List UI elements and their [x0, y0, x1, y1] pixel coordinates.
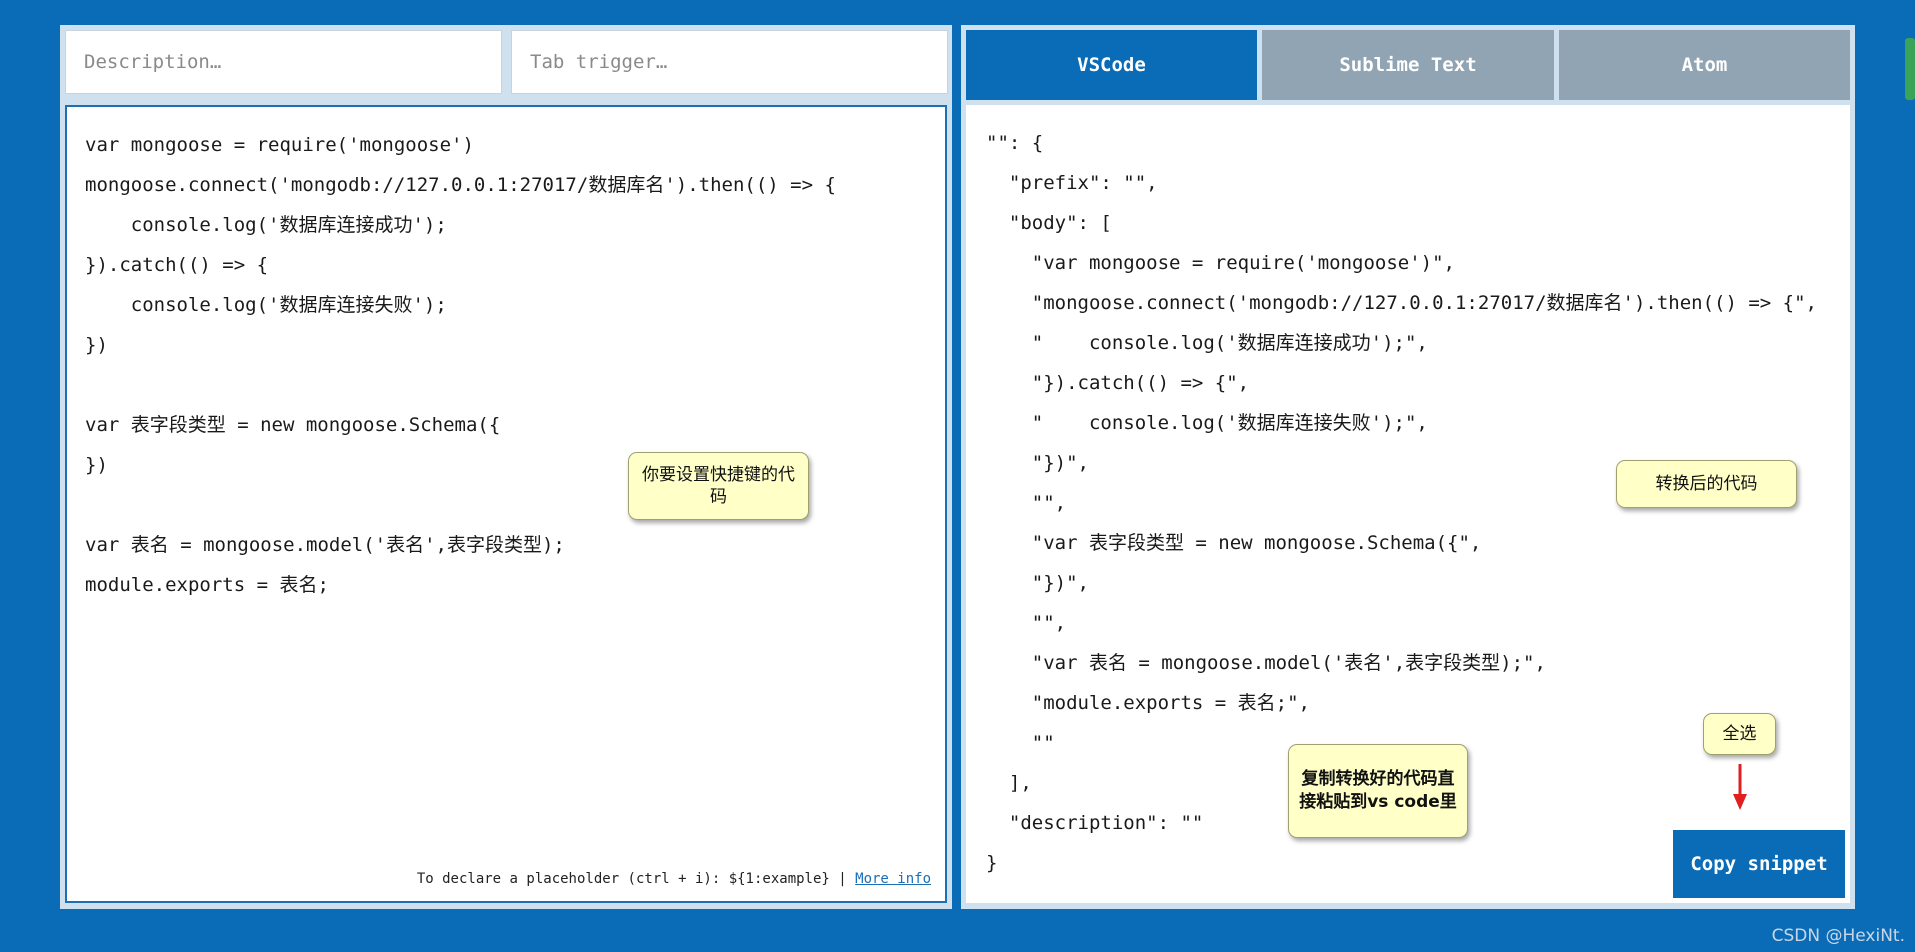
- output-line: "var mongoose = require('mongoose')",: [986, 252, 1455, 274]
- code-line: console.log('数据库连接成功');: [85, 214, 447, 236]
- code-line: console.log('数据库连接失败');: [85, 294, 447, 316]
- code-line: module.exports = 表名;: [85, 574, 329, 596]
- code-line: }): [85, 334, 108, 356]
- output-line: "prefix": "",: [986, 172, 1158, 194]
- source-code[interactable]: var mongoose = require('mongoose') mongoo…: [85, 125, 836, 605]
- tab-vscode[interactable]: VSCode: [966, 30, 1257, 100]
- tab-atom[interactable]: Atom: [1559, 30, 1850, 100]
- code-line: var 表字段类型 = new mongoose.Schema({: [85, 414, 501, 436]
- output-line: "": {: [986, 132, 1044, 154]
- callout-converted-code: 转换后的代码: [1616, 460, 1797, 508]
- callout-copy-note: 复制转换好的代码直接粘贴到vs code里: [1288, 744, 1468, 838]
- code-line: var 表名 = mongoose.model('表名',表字段类型);: [85, 534, 565, 556]
- snippet-input-panel: var mongoose = require('mongoose') mongoo…: [60, 25, 952, 909]
- scrollbar-thumb[interactable]: [1905, 38, 1915, 100]
- placeholder-hint: To declare a placeholder (ctrl + i): ${1…: [417, 871, 931, 887]
- tab-trigger-input[interactable]: [511, 30, 948, 94]
- output-line: "var 表字段类型 = new mongoose.Schema({",: [986, 532, 1482, 554]
- output-line: "var 表名 = mongoose.model('表名',表字段类型);",: [986, 652, 1546, 674]
- code-editor[interactable]: var mongoose = require('mongoose') mongoo…: [65, 105, 947, 903]
- red-arrow-icon: [1733, 764, 1747, 810]
- code-line: mongoose.connect('mongodb://127.0.0.1:27…: [85, 174, 836, 196]
- code-line: }).catch(() => {: [85, 254, 269, 276]
- callout-select-all: 全选: [1703, 713, 1776, 755]
- hint-text: To declare a placeholder (ctrl + i): ${1…: [416, 871, 847, 887]
- callout-source-code: 你要设置快捷键的代码: [628, 452, 809, 520]
- output-line: "}).catch(() => {",: [986, 372, 1250, 394]
- output-line: "module.exports = 表名;",: [986, 692, 1310, 714]
- tab-sublime-text[interactable]: Sublime Text: [1262, 30, 1554, 100]
- output-line: " console.log('数据库连接成功');",: [986, 332, 1428, 354]
- description-input[interactable]: [65, 30, 502, 94]
- more-info-link[interactable]: More info: [855, 871, 931, 887]
- watermark: CSDN @HexiNt.: [1771, 926, 1905, 946]
- output-line: "mongoose.connect('mongodb://127.0.0.1:2…: [986, 292, 1817, 314]
- output-line: " console.log('数据库连接失败');",: [986, 412, 1428, 434]
- copy-snippet-button[interactable]: Copy snippet: [1673, 830, 1845, 898]
- output-line: "",: [986, 612, 1067, 634]
- editor-tabs: VSCode Sublime Text Atom: [966, 30, 1850, 100]
- output-line: "})",: [986, 572, 1089, 594]
- output-line: "body": [: [986, 212, 1112, 234]
- code-line: var mongoose = require('mongoose'): [85, 134, 474, 156]
